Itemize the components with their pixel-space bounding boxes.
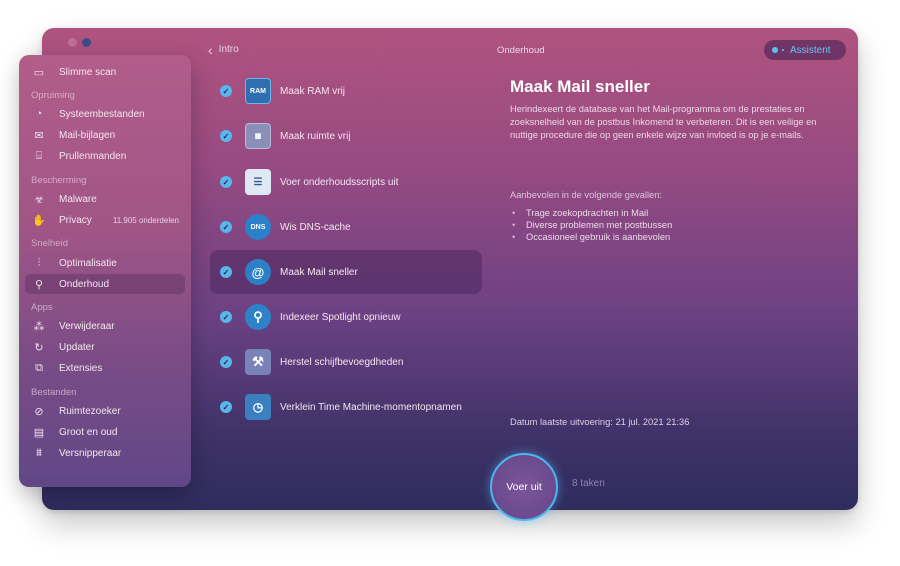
task-label: Maak RAM vrij <box>280 85 346 97</box>
detail-description: Herindexeert de database van het Mail-pr… <box>510 104 817 140</box>
sidebar-item-systeembestanden[interactable]: ◔ Systeembestanden <box>25 104 185 124</box>
cleanup-icon: ◔ <box>35 108 43 120</box>
sidebar-item-verwijderaar[interactable]: ⁂ Verwijderaar <box>25 316 185 336</box>
last-run-value: 21 jul. 2021 21:36 <box>615 417 690 427</box>
sidebar-section-bescherming: Bescherming <box>31 175 87 186</box>
mail-speed-icon: @ <box>245 259 271 285</box>
envelope-icon: ✉ <box>34 129 44 142</box>
task-label: Maak ruimte vrij <box>280 130 351 142</box>
assistant-button[interactable]: Assistent <box>764 40 846 60</box>
sidebar-section-snelheid: Snelheid <box>31 238 68 249</box>
task-item[interactable]: ✓ ◷ Verklein Time Machine-momentopnamen <box>210 385 482 429</box>
task-item[interactable]: ✓ ⚒ Herstel schijfbevoegdheden <box>210 340 482 384</box>
task-item[interactable]: ✓ DNS Wis DNS-cache <box>210 205 482 249</box>
sidebar-item-optimalisatie[interactable]: ⫶ Optimalisatie <box>25 253 185 273</box>
time-machine-icon: ◷ <box>245 394 271 420</box>
ram-icon: RAM <box>245 78 271 104</box>
chevron-left-icon: ‹ <box>208 41 213 58</box>
sidebar-item-malware[interactable]: ☣ Malware <box>25 189 185 209</box>
repair-disk-icon: ⚒ <box>245 349 271 375</box>
assistant-label: Assistent <box>790 44 831 56</box>
sidebar-item-onderhoud[interactable]: ⚲ Onderhoud <box>25 274 185 294</box>
sidebar-item-updater[interactable]: ↻ Updater <box>25 337 185 357</box>
recommended-item: Diverse problemen met postbussen <box>512 219 672 231</box>
spotlight-icon: ⚲ <box>245 304 271 330</box>
task-label: Maak Mail sneller <box>280 266 358 278</box>
recommended-heading: Aanbevolen in de volgende gevallen: <box>510 190 662 200</box>
shredder-icon: ⩩ <box>36 446 42 459</box>
recommended-item: Trage zoekopdrachten in Mail <box>512 207 672 219</box>
checkbox-checked[interactable]: ✓ <box>220 266 232 278</box>
last-run: Datum laatste uitvoering: 21 jul. 2021 2… <box>510 417 689 427</box>
assistant-dot-icon <box>772 47 778 53</box>
updater-icon: ↻ <box>34 341 44 354</box>
sidebar-item-slimme-scan[interactable]: ▭ Slimme scan <box>25 62 185 82</box>
sidebar-item-versnipperaar[interactable]: ⩩ Versnipperaar <box>25 443 185 463</box>
task-item[interactable]: ✓ ⚲ Indexeer Spotlight opnieuw <box>210 295 482 339</box>
sidebar-item-privacy[interactable]: ✋ Privacy 11.905 onderdelen <box>25 210 185 230</box>
sidebar-item-groot-en-oud[interactable]: ▤ Groot en oud <box>25 422 185 442</box>
script-icon: ☰ <box>245 169 271 195</box>
dns-icon: DNS <box>245 214 271 240</box>
recommended-list: Trage zoekopdrachten in Mail Diverse pro… <box>512 207 672 243</box>
task-label: Herstel schijfbevoegdheden <box>280 356 404 368</box>
assistant-small-dot-icon <box>782 49 784 51</box>
back-button[interactable]: ‹ Intro <box>208 41 239 58</box>
hand-icon: ✋ <box>32 214 46 227</box>
run-button[interactable]: Voer uit <box>490 453 558 521</box>
detail-title: Maak Mail sneller <box>510 77 650 96</box>
wrench-icon: ⚲ <box>34 278 44 291</box>
space-lens-icon: ⊘ <box>34 405 44 418</box>
sidebar-item-ruimtezoeker[interactable]: ⊘ Ruimtezoeker <box>25 401 185 421</box>
task-item-selected[interactable]: ✓ @ Maak Mail sneller <box>210 250 482 294</box>
uninstaller-icon: ⁂ <box>33 320 45 333</box>
folder-icon: ▤ <box>33 426 45 439</box>
disk-icon: ▦ <box>245 123 271 149</box>
checkbox-checked[interactable]: ✓ <box>220 130 232 142</box>
sidebar-item-prullenmanden[interactable]: ⌸ Prullenmanden <box>25 146 185 166</box>
checkbox-checked[interactable]: ✓ <box>220 311 232 323</box>
sidebar-section-opruiming: Opruiming <box>31 90 75 101</box>
checkbox-checked[interactable]: ✓ <box>220 356 232 368</box>
sidebar-item-mail-bijlagen[interactable]: ✉ Mail-bijlagen <box>25 125 185 145</box>
sidebar-section-bestanden: Bestanden <box>31 387 77 398</box>
task-item[interactable]: ✓ ☰ Voer onderhoudsscripts uit <box>210 160 482 204</box>
trash-icon: ⌸ <box>35 149 43 162</box>
sliders-icon: ⫶ <box>37 256 41 269</box>
task-item[interactable]: ✓ RAM Maak RAM vrij <box>210 69 482 113</box>
task-label: Verklein Time Machine-momentopnamen <box>280 401 462 413</box>
biohazard-icon: ☣ <box>34 193 44 206</box>
checkbox-checked[interactable]: ✓ <box>220 176 232 188</box>
checkbox-checked[interactable]: ✓ <box>220 85 232 97</box>
window-minimize-button[interactable] <box>82 38 91 47</box>
monitor-icon: ▭ <box>33 66 45 79</box>
back-label: Intro <box>218 44 239 55</box>
recommended-item: Occasioneel gebruik is aanbevolen <box>512 231 672 243</box>
extensions-icon: ⧉ <box>35 361 43 374</box>
privacy-count: 11.905 onderdelen <box>112 215 179 225</box>
checkbox-checked[interactable]: ✓ <box>220 221 232 233</box>
task-label: Indexeer Spotlight opnieuw <box>280 311 401 323</box>
checkbox-checked[interactable]: ✓ <box>220 401 232 413</box>
window-close-button[interactable] <box>68 38 77 47</box>
task-count: 8 taken <box>572 478 605 489</box>
sidebar-section-apps: Apps <box>31 302 53 313</box>
page-title: Onderhoud <box>497 45 545 56</box>
task-item[interactable]: ✓ ▦ Maak ruimte vrij <box>210 114 482 158</box>
last-run-label: Datum laatste uitvoering: <box>510 417 613 427</box>
task-label: Wis DNS-cache <box>280 221 351 233</box>
sidebar-item-extensies[interactable]: ⧉ Extensies <box>25 358 185 378</box>
task-label: Voer onderhoudsscripts uit <box>280 176 399 188</box>
